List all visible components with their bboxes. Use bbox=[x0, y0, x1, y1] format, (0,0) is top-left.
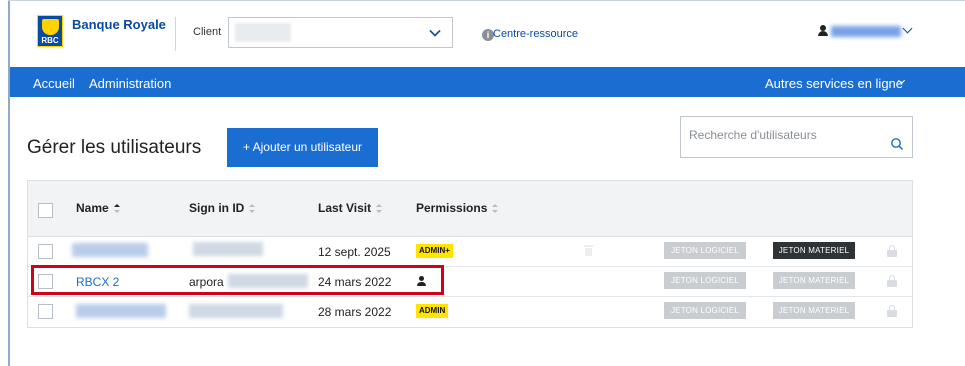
client-label: Client bbox=[193, 26, 222, 38]
lock-icon[interactable] bbox=[887, 305, 897, 317]
sort-icon bbox=[376, 204, 383, 213]
chevron-down-icon bbox=[902, 23, 913, 34]
user-search[interactable] bbox=[680, 116, 913, 158]
page-title: Gérer les utilisateurs bbox=[27, 137, 202, 158]
column-header-name[interactable]: Name bbox=[76, 201, 120, 215]
trash-icon[interactable] bbox=[584, 245, 593, 256]
user-menu[interactable] bbox=[817, 23, 917, 39]
resource-center-link[interactable]: Centre-ressource bbox=[493, 28, 578, 40]
client-select-value-redacted bbox=[235, 23, 291, 42]
last-visit: 28 mars 2022 bbox=[318, 305, 392, 319]
hardware-token-button[interactable]: JETON MATERIEL bbox=[773, 242, 855, 259]
lion-shield-icon bbox=[42, 19, 59, 35]
hardware-token-button[interactable]: JETON MATERIEL bbox=[773, 302, 855, 319]
rbc-logo[interactable]: RBC bbox=[37, 15, 63, 47]
app-header: RBC Banque Royale Client i Centre-ressou… bbox=[10, 1, 965, 67]
software-token-button[interactable]: JETON LOGICIEL bbox=[664, 272, 746, 289]
user-name-redacted[interactable] bbox=[72, 243, 148, 257]
lock-icon[interactable] bbox=[887, 275, 897, 287]
column-header-sign-in-id[interactable]: Sign in ID bbox=[189, 201, 256, 215]
table-row[interactable]: 28 mars 2022 ADMIN JETON LOGICIEL JETON … bbox=[28, 297, 912, 327]
sort-icon bbox=[492, 204, 499, 213]
sort-icon bbox=[249, 204, 256, 213]
last-visit: 12 sept. 2025 bbox=[318, 245, 391, 259]
user-search-input[interactable] bbox=[689, 125, 879, 145]
column-header-name-label: Name bbox=[76, 201, 109, 215]
nav-other-services[interactable]: Autres services en ligne bbox=[765, 76, 903, 91]
sign-in-id-redacted bbox=[193, 242, 263, 256]
highlight-annotation bbox=[31, 265, 444, 295]
select-all-checkbox[interactable] bbox=[38, 203, 53, 218]
search-icon[interactable] bbox=[890, 137, 904, 151]
row-checkbox[interactable] bbox=[38, 244, 53, 259]
nav-administration[interactable]: Administration bbox=[89, 76, 171, 91]
lock-icon[interactable] bbox=[887, 245, 897, 257]
column-header-last-visit-label: Last Visit bbox=[318, 201, 372, 215]
row-checkbox[interactable] bbox=[38, 304, 53, 319]
software-token-button[interactable]: JETON LOGICIEL bbox=[664, 302, 746, 319]
table-header: Name Sign in ID Last Visit Permissions bbox=[28, 181, 912, 237]
column-header-permissions[interactable]: Permissions bbox=[416, 201, 499, 215]
column-header-sign-in-id-label: Sign in ID bbox=[189, 201, 245, 215]
logo-text: RBC bbox=[41, 36, 59, 45]
users-table: Name Sign in ID Last Visit Permissions 1… bbox=[27, 180, 913, 328]
software-token-button[interactable]: JETON LOGICIEL bbox=[664, 242, 746, 259]
header-divider bbox=[175, 17, 176, 51]
user-name-redacted bbox=[831, 26, 901, 37]
nav-home[interactable]: Accueil bbox=[33, 76, 75, 91]
client-select[interactable] bbox=[228, 17, 453, 48]
add-user-button[interactable]: + Ajouter un utilisateur bbox=[227, 128, 378, 167]
permission-badge: ADMIN bbox=[416, 304, 449, 318]
chevron-down-icon bbox=[429, 25, 441, 37]
permission-badge: ADMIN+ bbox=[416, 244, 453, 258]
column-header-permissions-label: Permissions bbox=[416, 201, 488, 215]
main-nav: Accueil Administration Autres services e… bbox=[10, 67, 965, 97]
user-name-redacted[interactable] bbox=[76, 304, 166, 318]
column-header-last-visit[interactable]: Last Visit bbox=[318, 201, 383, 215]
hardware-token-button[interactable]: JETON MATERIEL bbox=[773, 272, 855, 289]
brand-name: Banque Royale bbox=[72, 17, 166, 32]
sort-icon bbox=[113, 204, 120, 213]
user-icon bbox=[817, 25, 829, 37]
sign-in-id-redacted bbox=[189, 304, 283, 318]
table-row[interactable]: 12 sept. 2025 ADMIN+ JETON LOGICIEL JETO… bbox=[28, 237, 912, 267]
